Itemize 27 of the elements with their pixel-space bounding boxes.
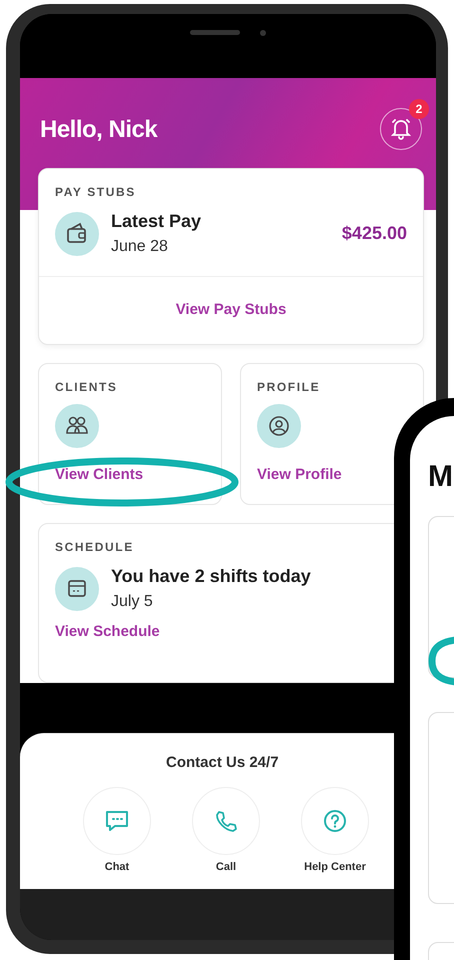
card-title: SCHEDULE xyxy=(55,540,135,554)
card-title: PROFILE xyxy=(257,380,322,394)
notification-badge: 2 xyxy=(409,99,429,119)
camera-dot xyxy=(260,30,266,36)
view-profile-link[interactable]: View Profile xyxy=(257,466,342,483)
contact-title: Contact Us 24/7 xyxy=(166,754,279,771)
people-icon xyxy=(55,404,99,448)
bell-icon xyxy=(391,118,411,140)
help-icon xyxy=(323,809,347,833)
phone-icon xyxy=(214,809,238,833)
schedule-date: July 5 xyxy=(111,593,154,611)
shift-summary: You have 2 shifts today xyxy=(111,566,312,587)
card-title: CLIENTS xyxy=(55,380,119,394)
pay-amount: $425.00 xyxy=(342,223,407,244)
user-icon xyxy=(257,404,301,448)
greeting: Hello, Nick xyxy=(40,116,158,144)
wallet-icon xyxy=(55,212,99,256)
speaker-grille xyxy=(190,30,240,35)
view-schedule-link[interactable]: View Schedule xyxy=(55,623,160,640)
card-title: PAY STUBS xyxy=(55,185,137,199)
view-clients-link[interactable]: View Clients xyxy=(55,466,144,483)
chat-icon xyxy=(104,809,130,833)
view-pay-stubs-link[interactable]: View Pay Stubs xyxy=(39,276,423,344)
latest-pay-label: Latest Pay xyxy=(111,211,202,232)
pay-date: June 28 xyxy=(111,238,169,256)
calendar-icon xyxy=(55,566,99,610)
screen-title: M xyxy=(428,460,453,493)
